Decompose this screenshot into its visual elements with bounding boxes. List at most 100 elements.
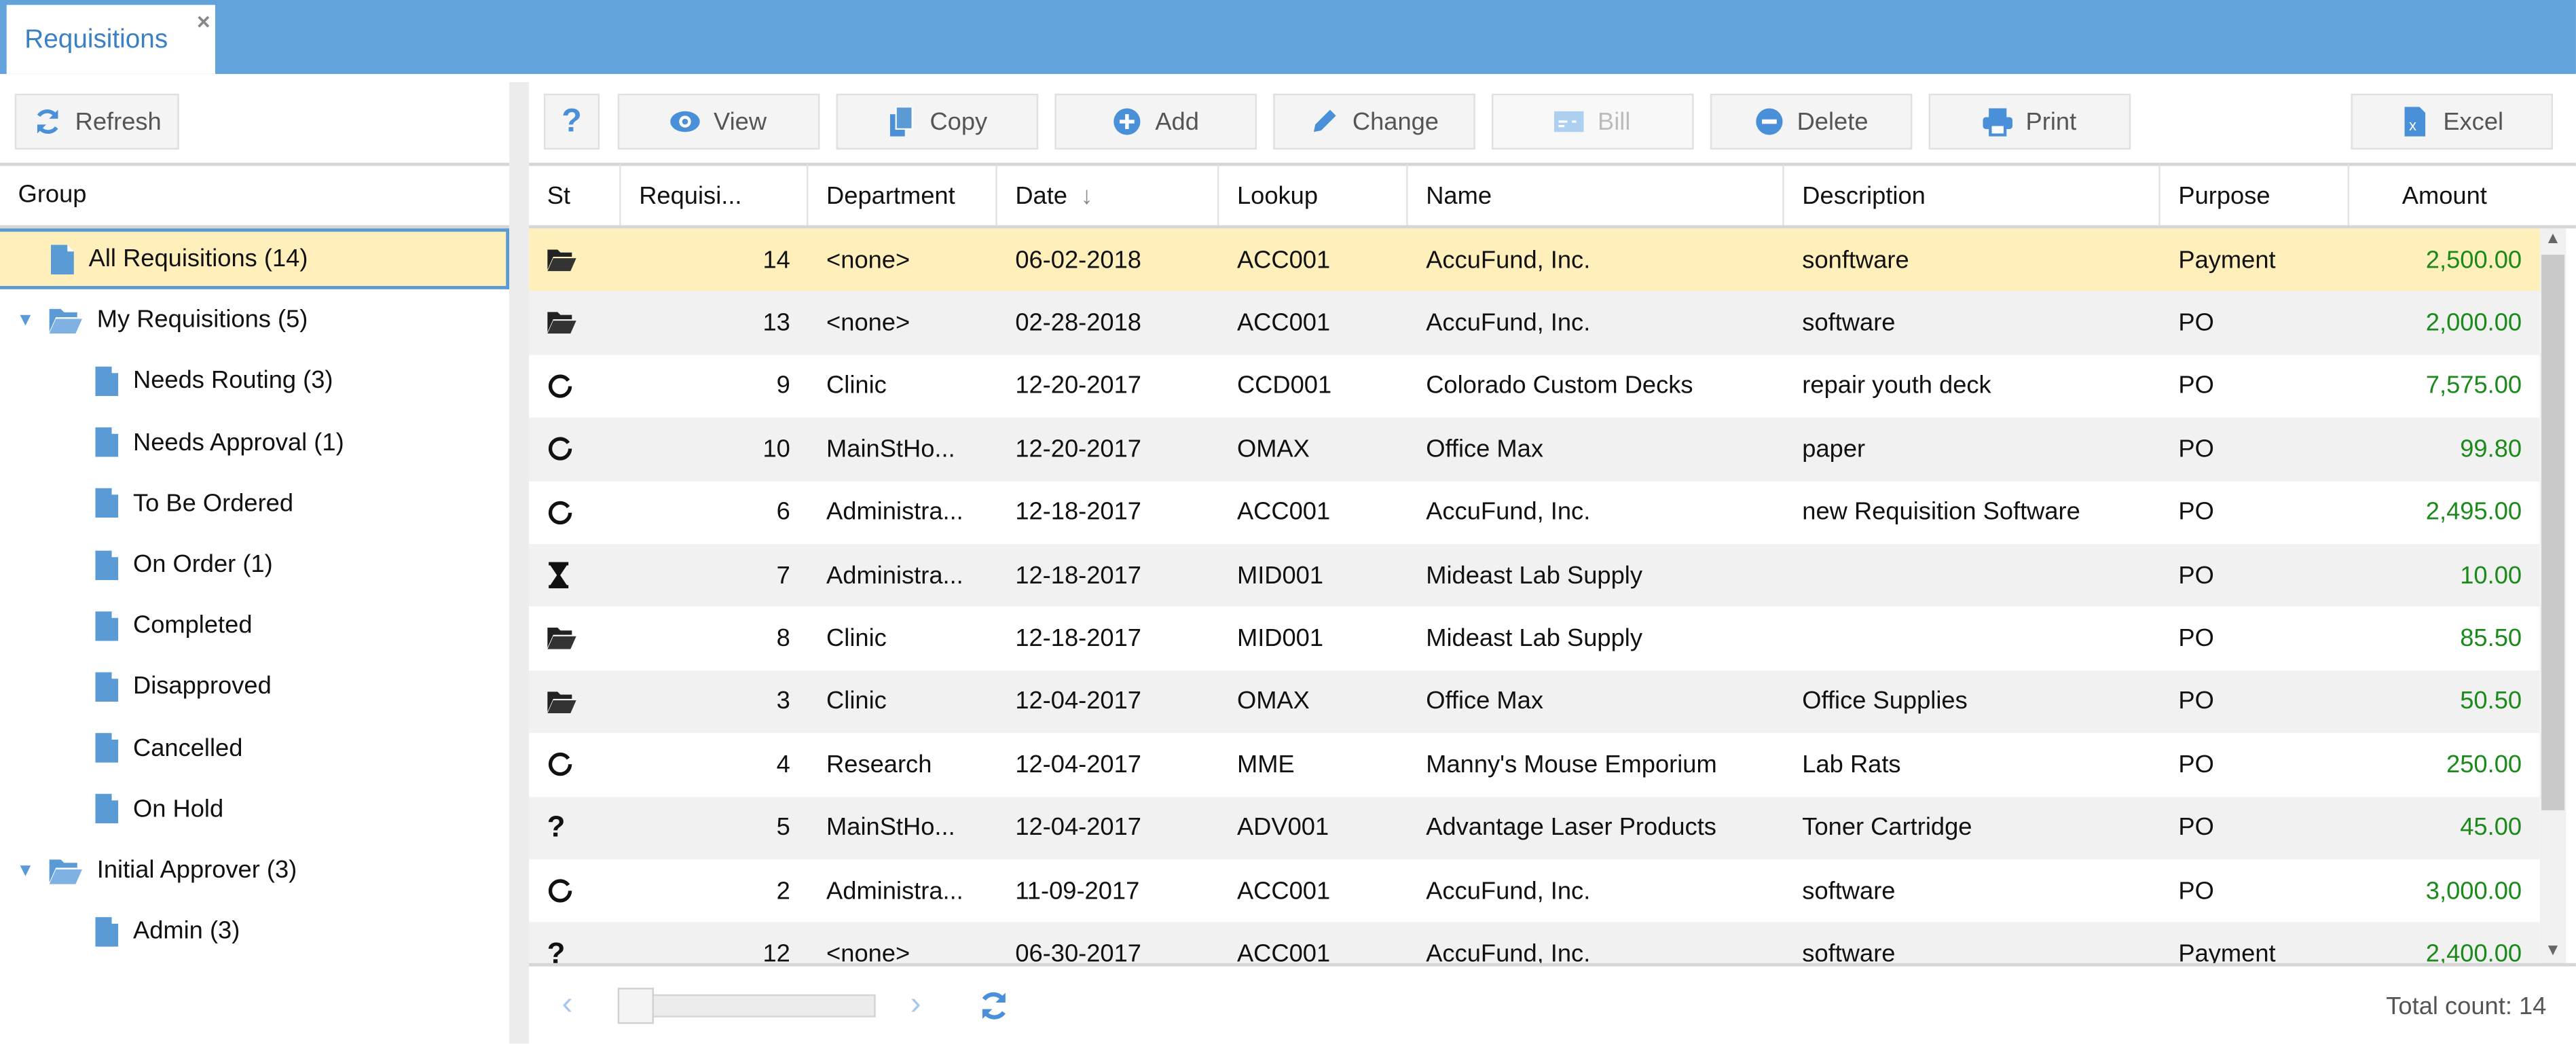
tree-item[interactable]: Cancelled (0, 717, 509, 778)
expand-arrow-icon[interactable]: ▼ (16, 861, 49, 880)
document-icon (95, 550, 119, 579)
column-header[interactable]: Requisi... (621, 164, 809, 227)
in-progress-icon (547, 859, 613, 922)
scroll-up-icon[interactable]: ▲ (2545, 230, 2561, 249)
view-button[interactable]: View (617, 93, 820, 150)
refresh-label: Refresh (75, 107, 162, 136)
table-row[interactable]: 6 Administra... 12-18-2017 ACC001 AccuFund, … (529, 481, 2540, 544)
print-button[interactable]: Print (1928, 93, 2131, 150)
tree-item[interactable]: Needs Approval (1) (0, 412, 509, 473)
in-progress-icon (547, 355, 613, 417)
cell-dept: MainStHo... (826, 435, 955, 463)
folder-open-icon (49, 307, 82, 334)
delete-button[interactable]: Delete (1710, 93, 1913, 150)
add-button[interactable]: Add (1054, 93, 1257, 150)
tree-item-label: Initial Approver (3) (96, 856, 297, 884)
help-button[interactable]: ? (543, 93, 600, 150)
button-label: Print (2025, 107, 2077, 136)
tree-item[interactable]: ▼ My Requisitions (5) (0, 289, 509, 350)
cell-lookup: OMAX (1236, 435, 1310, 463)
cell-desc: Lab Rats (1802, 751, 1901, 779)
tree-item-label: Admin (3) (132, 917, 240, 946)
folder-open-icon (547, 670, 613, 733)
page-slider-handle[interactable] (617, 988, 655, 1024)
in-progress-icon (547, 418, 613, 480)
column-header[interactable]: Description (1784, 164, 2160, 227)
tree-item[interactable]: ▼ Initial Approver (3) (0, 840, 509, 901)
cell-lookup: CCD001 (1236, 372, 1332, 400)
page-slider[interactable] (631, 994, 876, 1018)
splitter[interactable] (509, 82, 530, 1044)
tree-item[interactable]: All Requisitions (14) (0, 228, 510, 289)
document-icon (95, 427, 119, 457)
document-icon (95, 916, 119, 946)
cell-amount: 2,400.00 (2425, 939, 2522, 963)
cell-dept: <none> (826, 939, 910, 963)
cell-dept: MainStHo... (826, 813, 955, 842)
cell-purpose: PO (2178, 308, 2214, 337)
change-button[interactable]: Change (1273, 93, 1475, 150)
scrollbar-thumb[interactable] (2541, 255, 2564, 810)
tree-item[interactable]: Disapproved (0, 656, 509, 717)
cell-dept: Administra... (826, 561, 963, 590)
table-row[interactable]: 2 Administra... 11-09-2017 ACC001 AccuFund, … (529, 859, 2540, 922)
bill-button[interactable]: Bill (1491, 93, 1694, 150)
refresh-button[interactable]: Refresh (14, 93, 179, 150)
cell-desc (1802, 544, 2155, 607)
cell-dept: Clinic (826, 372, 887, 400)
close-icon[interactable]: × (197, 8, 210, 35)
cell-purpose: PO (2178, 813, 2214, 842)
table-row[interactable]: 8 Clinic 12-18-2017 MID001 Mideast Lab Suppl… (529, 607, 2540, 670)
cell-dept: Clinic (826, 624, 887, 653)
next-page-icon[interactable]: › (910, 986, 921, 1024)
tree-item[interactable]: On Order (1) (0, 534, 509, 595)
cell-req: 13 (762, 308, 790, 337)
column-header-label: Department (826, 181, 955, 210)
prev-page-icon[interactable]: ‹ (562, 986, 573, 1024)
cell-date: 12-20-2017 (1015, 372, 1141, 400)
divider (529, 962, 2576, 967)
tree-item-label: My Requisitions (5) (96, 306, 308, 334)
scroll-down-icon[interactable]: ▼ (2545, 941, 2561, 960)
tree-item[interactable]: On Hold (0, 778, 509, 840)
hourglass-icon (547, 544, 613, 607)
cell-purpose: PO (2178, 561, 2214, 590)
cell-lookup: MID001 (1236, 624, 1324, 653)
tree-item[interactable]: Needs Routing (3) (0, 350, 509, 412)
column-header[interactable]: St (529, 164, 621, 227)
cell-date: 12-04-2017 (1015, 687, 1141, 716)
sort-desc-icon[interactable]: ↓ (1080, 181, 1092, 209)
column-header[interactable]: Lookup (1219, 164, 1408, 227)
cell-amount: 50.50 (2460, 687, 2522, 716)
cell-date: 06-30-2017 (1015, 939, 1141, 963)
in-progress-icon (547, 481, 613, 543)
table-row[interactable]: 4 Research 12-04-2017 MME Manny's Mouse Empo… (529, 734, 2540, 797)
column-header[interactable]: Department (808, 164, 997, 227)
button-label: Add (1155, 107, 1199, 136)
table-row[interactable]: 13 <none> 02-28-2018 ACC001 AccuFund, Inc. so… (529, 291, 2540, 355)
expand-arrow-icon[interactable]: ▼ (16, 310, 49, 330)
table-row[interactable]: 9 Clinic 12-20-2017 CCD001 Colorado Custom D… (529, 355, 2540, 418)
excel-button[interactable]: x Excel (2351, 93, 2554, 150)
column-header[interactable]: Purpose (2160, 164, 2350, 227)
document-icon (51, 244, 74, 274)
cell-desc: paper (1802, 435, 1866, 463)
column-header[interactable]: Amount (2349, 164, 2540, 227)
table-row[interactable]: 14 <none> 06-02-2018 ACC001 AccuFund, Inc. so… (529, 228, 2540, 292)
table-row[interactable]: ? 5 MainStHo... 12-04-2017 ADV001 Advantage L… (529, 796, 2540, 860)
reload-icon[interactable] (978, 990, 1010, 1022)
table-row[interactable]: 3 Clinic 12-04-2017 OMAX Office Max Office Su… (529, 670, 2540, 734)
table-row[interactable]: 10 MainStHo... 12-20-2017 OMAX Office Max pap… (529, 418, 2540, 481)
table-row[interactable]: ? 12 <none> 06-30-2017 ACC001 AccuFund, Inc. s… (529, 922, 2540, 963)
column-header[interactable]: Name (1408, 164, 1784, 227)
tree-item[interactable]: Completed (0, 595, 509, 656)
button-label: Bill (1598, 107, 1631, 136)
copy-button[interactable]: Copy (836, 93, 1039, 150)
column-header[interactable]: Date ↓ (997, 164, 1219, 227)
cell-date: 06-02-2018 (1015, 245, 1141, 274)
tab-bar (0, 0, 2576, 74)
table-row[interactable]: 7 Administra... 12-18-2017 MID001 Mideast La… (529, 543, 2540, 607)
tree-item[interactable]: Admin (3) (0, 901, 509, 962)
tree-item[interactable]: To Be Ordered (0, 473, 509, 534)
tab-requisitions[interactable]: Requisitions × (6, 5, 215, 74)
